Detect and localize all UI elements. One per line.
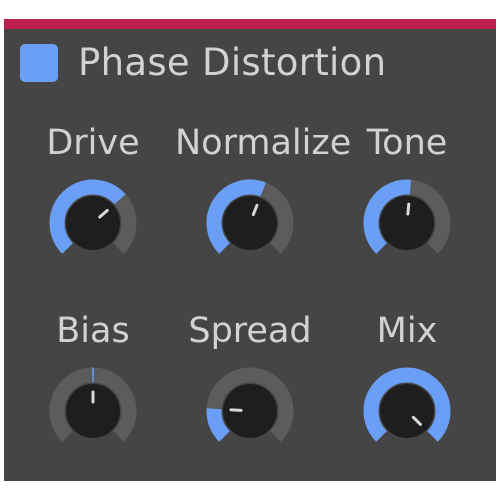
knob-label-mix: Mix <box>376 311 438 351</box>
tone-knob[interactable] <box>359 175 455 271</box>
knob-group-normalize: Normalize <box>175 123 352 271</box>
knob-value-arc <box>206 408 231 442</box>
knob-group-bias: Bias <box>18 311 168 459</box>
knob-label-spread: Spread <box>188 311 312 351</box>
spread-knob[interactable] <box>202 363 298 459</box>
knob-body <box>380 384 434 438</box>
knob-group-spread: Spread <box>175 311 325 459</box>
knob-body <box>66 196 120 250</box>
phase-distortion-panel: Phase Distortion Drive Normalize Tone Bi… <box>4 19 496 481</box>
knob-indicator <box>406 202 411 216</box>
knob-label-tone: Tone <box>366 123 448 163</box>
mix-knob[interactable] <box>359 363 455 459</box>
knob-label-normalize: Normalize <box>175 123 352 163</box>
knob-group-tone: Tone <box>332 123 482 271</box>
knob-group-mix: Mix <box>332 311 482 459</box>
knob-label-bias: Bias <box>56 311 130 351</box>
knob-group-drive: Drive <box>18 123 168 271</box>
knob-body <box>223 196 277 250</box>
enable-toggle[interactable] <box>20 44 58 82</box>
knob-label-drive: Drive <box>46 123 140 163</box>
bias-knob[interactable] <box>45 363 141 459</box>
module-title: Phase Distortion <box>78 41 387 84</box>
drive-knob[interactable] <box>45 175 141 271</box>
normalize-knob[interactable] <box>202 175 298 271</box>
accent-strip <box>4 19 496 29</box>
knob-body <box>380 196 434 250</box>
knob-indicator <box>229 408 243 412</box>
